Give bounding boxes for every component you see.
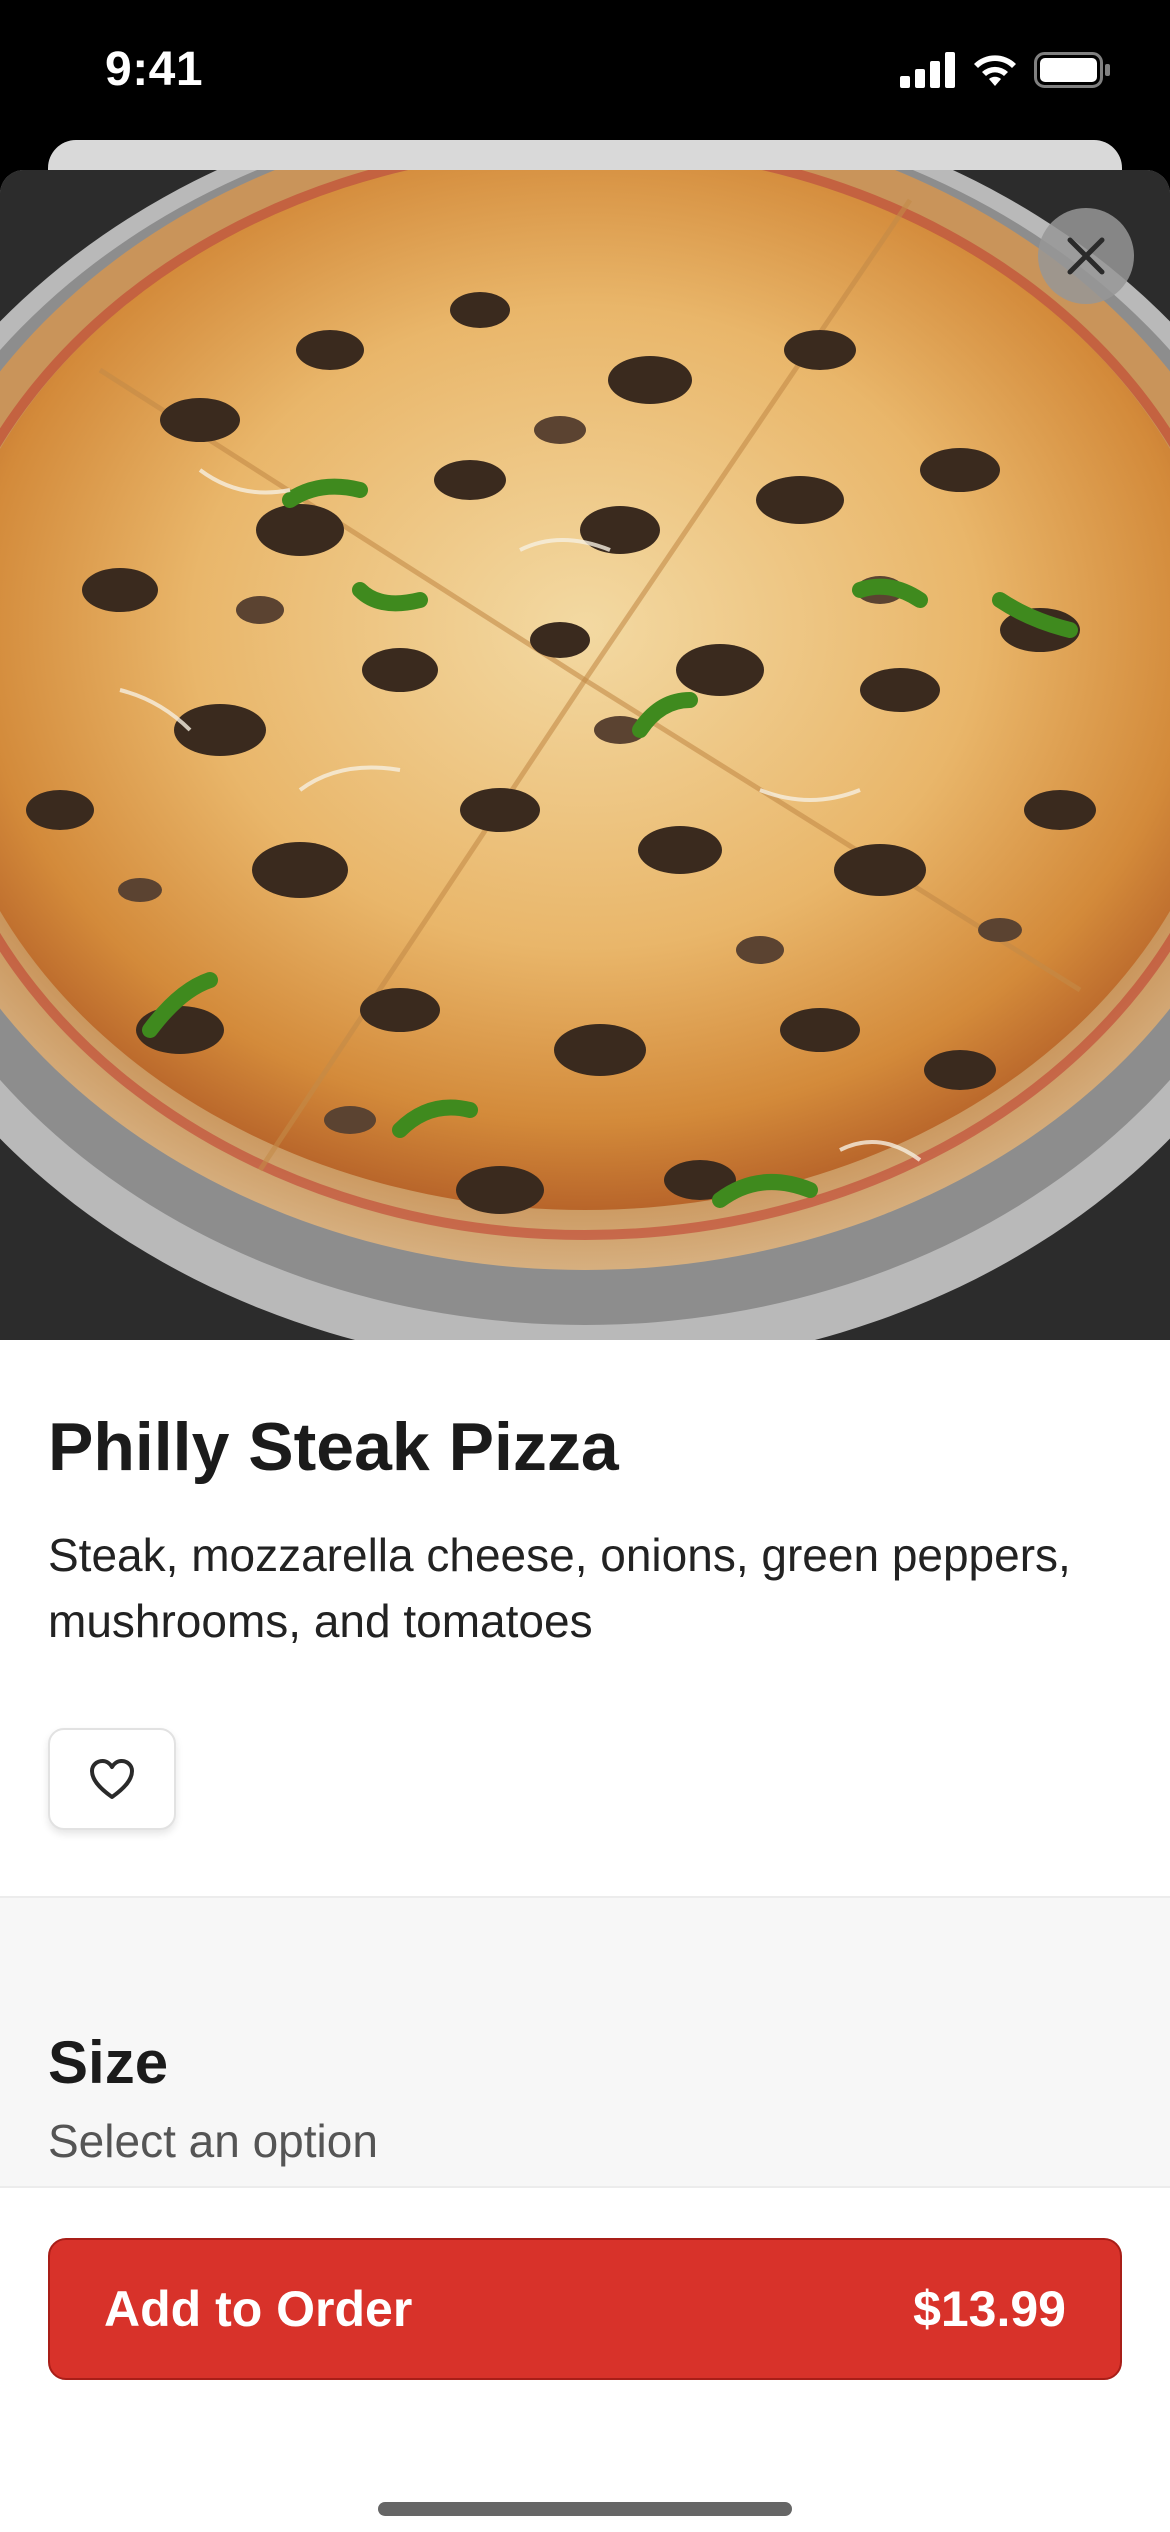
- heart-icon: [90, 1759, 134, 1799]
- screen: 9:41 Philly Steak Pizza Steak, mozzarell…: [0, 0, 1170, 2532]
- item-title: Philly Steak Pizza: [48, 1409, 619, 1485]
- item-price: $13.99: [913, 2281, 1066, 2337]
- item-description: Steak, mozzarella cheese, onions, green …: [48, 1529, 1071, 1647]
- favorite-button[interactable]: [48, 1728, 176, 1830]
- close-button[interactable]: [1038, 208, 1134, 304]
- item-detail-sheet: Philly Steak Pizza Steak, mozzarella che…: [0, 170, 1170, 2532]
- pizza-image: [0, 170, 1170, 1340]
- size-option-subtitle: Select an option: [48, 2115, 378, 2167]
- add-to-order-button[interactable]: Add to Order $13.99: [48, 2238, 1122, 2380]
- signal-icon: [900, 52, 955, 88]
- status-bar: 9:41: [0, 0, 1170, 140]
- wifi-icon: [974, 55, 1016, 86]
- order-footer: Add to Order $13.99: [0, 2186, 1170, 2532]
- item-image: [0, 170, 1170, 1340]
- add-to-order-label: Add to Order: [104, 2281, 413, 2337]
- battery-icon: [1034, 52, 1110, 88]
- status-time: 9:41: [105, 43, 204, 96]
- status-icons: [900, 52, 1112, 88]
- home-indicator[interactable]: [378, 2502, 792, 2516]
- size-option-title: Size: [48, 2029, 169, 2096]
- close-icon: [1067, 237, 1105, 275]
